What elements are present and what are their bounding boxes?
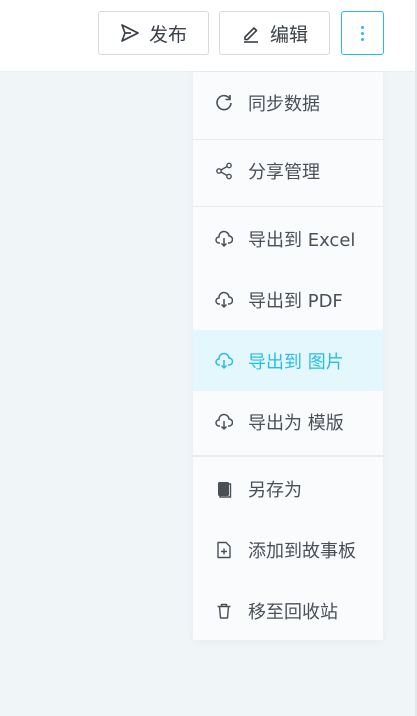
pencil-icon bbox=[241, 23, 261, 43]
menu-item-save-as[interactable]: 另存为 bbox=[193, 458, 383, 519]
more-options-menu: 同步数据 分享管理 导出到 Excel 导出到 PDF 导出到 图片 导出为 模… bbox=[193, 72, 383, 640]
menu-item-label: 添加到故事板 bbox=[248, 540, 356, 562]
cloud-download-icon bbox=[215, 291, 233, 309]
file-add-icon bbox=[215, 541, 233, 559]
menu-item-share-management[interactable]: 分享管理 bbox=[193, 140, 383, 201]
menu-item-add-to-storyboard[interactable]: 添加到故事板 bbox=[193, 519, 383, 580]
menu-item-label: 同步数据 bbox=[248, 93, 320, 115]
edit-button[interactable]: 编辑 bbox=[219, 11, 330, 55]
menu-item-export-image[interactable]: 导出到 图片 bbox=[193, 330, 383, 391]
publish-button[interactable]: 发布 bbox=[98, 11, 209, 55]
menu-item-export-pdf[interactable]: 导出到 PDF bbox=[193, 269, 383, 330]
menu-item-label: 导出到 Excel bbox=[248, 229, 356, 251]
menu-item-label: 分享管理 bbox=[248, 161, 320, 183]
publish-label: 发布 bbox=[148, 23, 187, 46]
menu-item-label: 移至回收站 bbox=[248, 601, 338, 623]
menu-item-move-to-trash[interactable]: 移至回收站 bbox=[193, 580, 383, 641]
divider bbox=[193, 455, 383, 457]
cloud-download-icon bbox=[215, 230, 233, 248]
share-icon bbox=[215, 162, 233, 180]
edit-label: 编辑 bbox=[269, 23, 308, 46]
menu-item-sync-data[interactable]: 同步数据 bbox=[193, 72, 383, 133]
menu-item-label: 导出为 模版 bbox=[248, 412, 344, 434]
divider bbox=[193, 206, 383, 207]
top-toolbar: 发布 编辑 bbox=[0, 0, 417, 72]
menu-item-label: 另存为 bbox=[248, 479, 302, 501]
trash-icon bbox=[215, 602, 233, 620]
menu-item-export-excel[interactable]: 导出到 Excel bbox=[193, 208, 383, 269]
send-icon bbox=[120, 23, 140, 43]
refresh-icon bbox=[215, 94, 233, 112]
menu-item-export-template[interactable]: 导出为 模版 bbox=[193, 391, 383, 452]
vertical-dots-icon bbox=[361, 25, 364, 41]
copy-icon bbox=[215, 480, 233, 498]
menu-item-label: 导出到 PDF bbox=[248, 290, 343, 312]
cloud-download-icon bbox=[215, 352, 233, 370]
cloud-download-icon bbox=[215, 413, 233, 431]
menu-item-label: 导出到 图片 bbox=[248, 351, 344, 373]
more-options-button[interactable] bbox=[341, 11, 384, 55]
